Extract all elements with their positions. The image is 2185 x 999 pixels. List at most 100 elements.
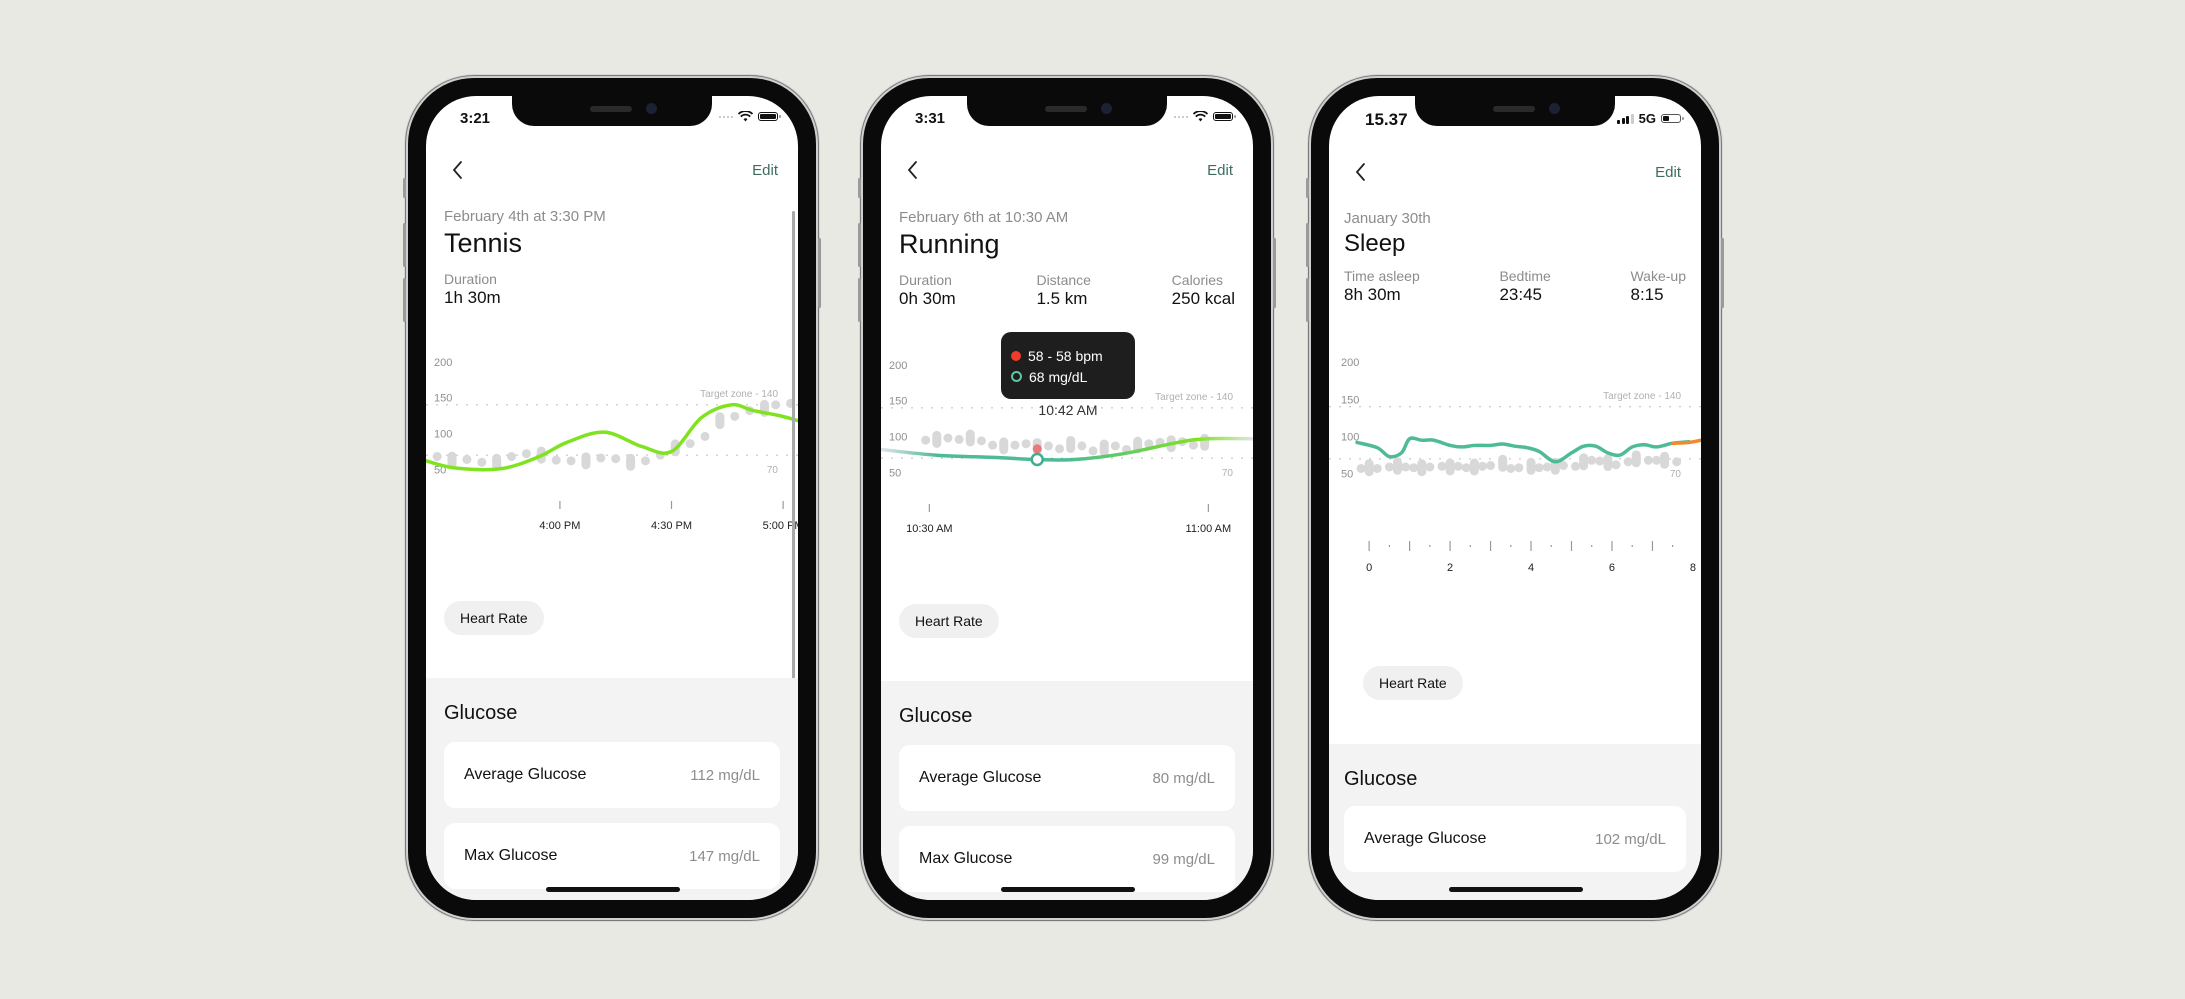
x-tick-label: 11:00 AM [1186,523,1232,535]
heart-rate-point [551,455,561,465]
tooltip-heart-rate: 58 - 58 bpm [1028,347,1103,364]
home-indicator[interactable] [1449,887,1583,892]
x-tick-label: 4:00 PM [539,520,580,532]
heart-rate-point [1672,457,1682,467]
home-indicator[interactable] [1001,887,1135,892]
status-icons: 5G [1617,111,1684,126]
mute-switch [858,178,861,198]
metric-value: 1h 30m [444,288,501,307]
volume-down-button [858,278,861,322]
activity-date: February 4th at 3:30 PM [444,208,606,225]
mute-switch [1306,178,1309,198]
heart-rate-point [1110,441,1120,451]
glucose-title: Glucose [1344,768,1418,790]
glucose-section: Glucose Average Glucose 102 mg/dL [1329,744,1701,900]
glucose-row-value: 99 mg/dL [1152,850,1215,868]
glucose-row-value: 80 mg/dL [1152,769,1215,787]
phone-tennis: 3:21 Edit February 4th at 3:30 PM Tennis… [403,78,821,918]
heart-rate-point [1021,439,1031,449]
heart-rate-point [1417,459,1427,477]
chevron-left-icon[interactable] [1349,160,1373,184]
metric-label: Wake-up [1630,268,1686,284]
heart-rate-point [685,439,695,449]
wifi-icon [738,111,753,122]
heart-rate-point [1077,441,1087,451]
heart-rate-point [771,400,781,410]
activity-title: Running [899,229,1000,259]
heart-rate-point [1603,454,1613,472]
heart-rate-point [1623,457,1633,467]
heart-rate-point [1099,439,1109,457]
heart-rate-point [965,429,975,447]
wifi-icon [1193,111,1208,122]
mute-switch [403,178,406,198]
glucose-row-max[interactable]: Max Glucose 99 mg/dL [899,826,1235,892]
metrics-row: Duration 0h 30m Distance 1.5 km Calories… [899,272,1235,309]
metrics-row: Duration 1h 30m [444,271,780,308]
heart-rate-point [1445,458,1455,476]
target-zone-label: Target zone - 140 [1155,392,1233,403]
activity-header: February 6th at 10:30 AM Running Duratio… [899,209,1235,309]
heart-rate-point [640,456,650,466]
heart-rate-point [1088,446,1098,456]
metric-bedtime: Bedtime 23:45 [1499,268,1550,305]
nav-bar: Edit [1329,158,1701,188]
heart-rate-point [1043,441,1053,451]
glucose-row-label: Max Glucose [919,850,1013,867]
y-tick-label: 150 [889,396,907,408]
home-indicator[interactable] [546,887,680,892]
heart-rate-point [976,436,986,446]
metric-label: Distance [1036,272,1091,288]
x-tick-label: 4:30 PM [651,520,692,532]
tooltip-time: 10:42 AM [1038,402,1098,418]
heart-rate-chip[interactable]: Heart Rate [1363,666,1463,700]
glucose-ring-icon [1011,371,1022,382]
heart-rate-selected-point [1032,444,1042,454]
tooltip-glucose: 68 mg/dL [1029,368,1088,385]
notch [512,96,712,126]
heart-rate-point [730,411,740,421]
heart-rate-point [596,453,606,463]
chevron-left-icon[interactable] [446,158,470,182]
glucose-row-max[interactable]: Max Glucose 147 mg/dL [444,823,780,889]
glucose-row-average[interactable]: Average Glucose 80 mg/dL [899,745,1235,811]
edit-button[interactable]: Edit [1655,164,1681,181]
edit-button[interactable]: Edit [752,162,778,179]
y-tick-label: 100 [434,429,452,441]
target-zone-label: Target zone - 140 [1603,391,1681,402]
metric-label: Duration [899,272,952,288]
heart-rate-chip[interactable]: Heart Rate [444,601,544,635]
y-tick-label: 200 [889,360,907,372]
battery-icon [1213,112,1236,121]
heart-rate-point [1425,462,1435,472]
scrollbar[interactable] [792,211,795,681]
glucose-row-value: 112 mg/dL [690,766,760,784]
heart-rate-point [1660,451,1670,469]
heart-rate-point [921,435,931,445]
heart-rate-point [462,454,472,464]
camera-icon [1101,103,1112,114]
metric-value: 8h 30m [1344,285,1401,304]
heart-rate-chip[interactable]: Heart Rate [899,604,999,638]
cellular-dots-icon [1174,115,1188,118]
heart-rate-point [999,437,1009,455]
heart-rate-point [432,452,442,462]
glucose-section: Glucose Average Glucose 80 mg/dL Max Glu… [881,681,1253,900]
metric-calories: Calories 250 kcal [1172,272,1235,309]
x-tick-label: 8 [1690,562,1696,574]
status-time: 15.37 [1365,110,1408,129]
x-tick-label: 0 [1366,562,1372,574]
x-tick-label: 10:30 AM [906,523,952,535]
glucose-row-label: Max Glucose [464,847,558,864]
heart-rate-point [1356,463,1366,473]
activity-header: January 30th Sleep Time asleep 8h 30m Be… [1344,210,1686,305]
camera-icon [1549,103,1560,114]
edit-button[interactable]: Edit [1207,162,1233,179]
chevron-left-icon[interactable] [901,158,925,182]
glucose-chart[interactable]: 200 150 100 50 Target zone - 140 70 4:00 PM 4:3… [426,341,798,541]
glucose-chart[interactable]: 200 150 100 50 Target zone - 140 70 0 2 4 6 8 [1329,341,1701,576]
heart-rate-point [1392,457,1402,475]
glucose-row-average[interactable]: Average Glucose 102 mg/dL [1344,806,1686,872]
glucose-row-average[interactable]: Average Glucose 112 mg/dL [444,742,780,808]
heart-rate-point [1643,455,1653,465]
